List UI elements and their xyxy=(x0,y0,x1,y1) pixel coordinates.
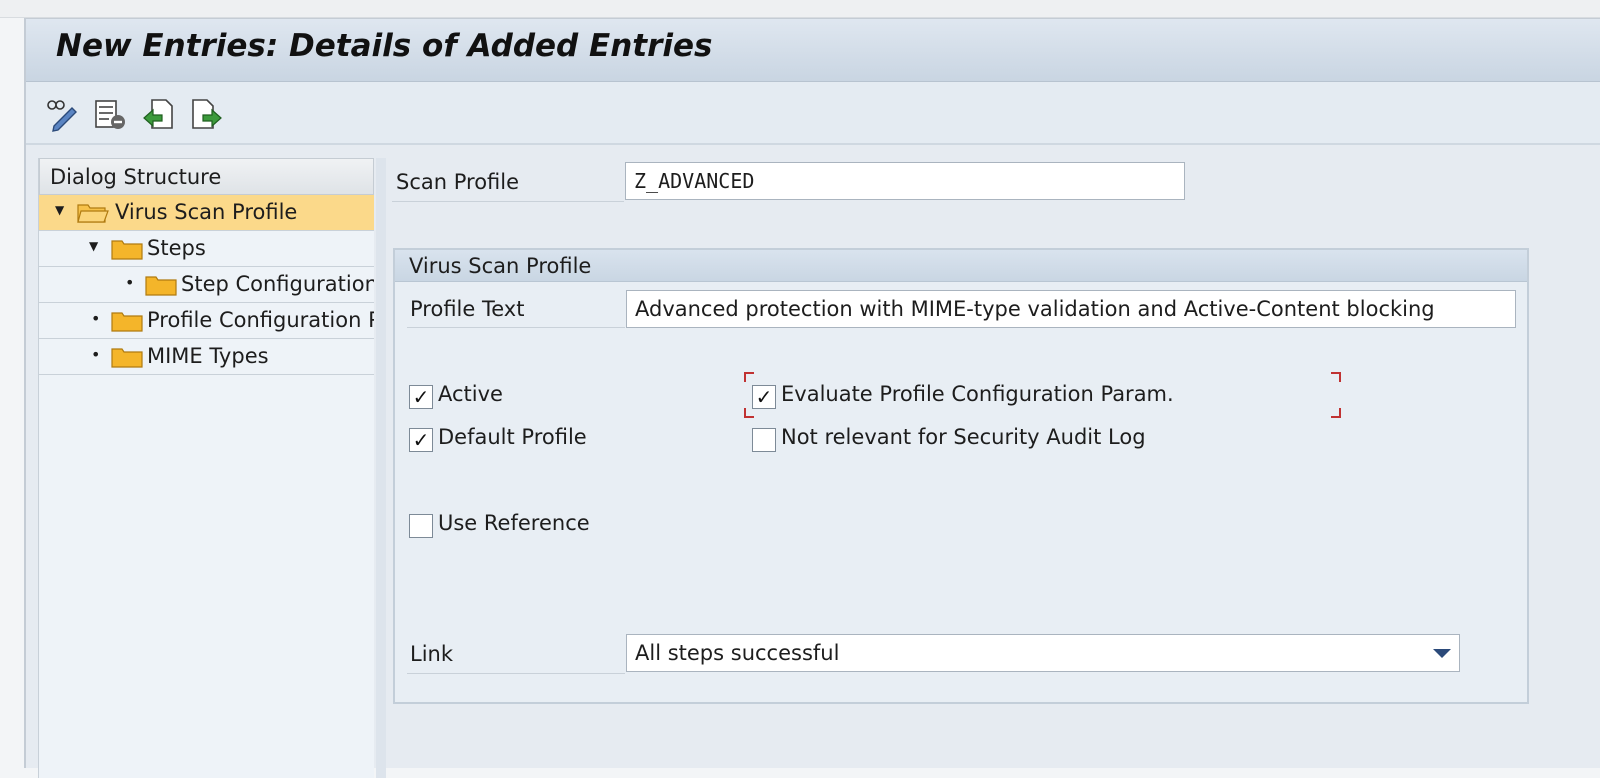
display-change-icon[interactable] xyxy=(44,96,80,132)
virus-scan-profile-group: Virus Scan Profile Profile Text Advanced… xyxy=(393,248,1529,704)
focus-corner-tl xyxy=(744,372,754,382)
link-label: Link xyxy=(410,642,454,666)
application-toolbar xyxy=(26,82,1600,145)
label-underline xyxy=(407,673,625,674)
tree-item-virus-scan-profile[interactable]: ▼ Virus Scan Profile xyxy=(39,195,374,231)
bullet-icon: • xyxy=(91,345,101,364)
page-title: New Entries: Details of Added Entries xyxy=(56,28,713,64)
active-label: Active xyxy=(438,382,503,406)
tree-item-label: Virus Scan Profile xyxy=(115,200,298,224)
folder-icon xyxy=(145,276,177,296)
tree-item-label: Profile Configuration Parameters xyxy=(147,308,374,332)
scan-profile-label: Scan Profile xyxy=(396,170,520,194)
folder-icon xyxy=(111,312,143,332)
use-reference-checkbox[interactable] xyxy=(409,514,433,538)
folder-icon xyxy=(111,240,143,260)
dialog-structure-pane: Dialog Structure ▼ Virus Scan Profile ▼ … xyxy=(38,158,374,778)
link-dropdown-value: All steps successful xyxy=(635,641,840,665)
not-relevant-audit-checkbox[interactable] xyxy=(752,428,776,452)
evaluate-param-label: Evaluate Profile Configuration Param. xyxy=(781,382,1174,406)
top-strip xyxy=(0,0,1600,18)
tree-item-steps[interactable]: ▼ Steps xyxy=(39,231,374,267)
tree-item-label: MIME Types xyxy=(147,344,269,368)
profile-text-label: Profile Text xyxy=(410,297,525,321)
group-title: Virus Scan Profile xyxy=(395,250,1527,282)
folder-icon xyxy=(111,348,143,368)
evaluate-param-checkbox[interactable]: ✓ xyxy=(752,385,776,409)
use-reference-label: Use Reference xyxy=(438,511,590,535)
title-bar: New Entries: Details of Added Entries xyxy=(26,19,1600,82)
dialog-structure-header: Dialog Structure xyxy=(39,158,374,195)
tree-item-label: Step Configuration xyxy=(181,272,374,296)
open-folder-icon xyxy=(77,204,109,223)
sap-window: New Entries: Details of Added Entries Di… xyxy=(24,18,1600,778)
previous-entry-icon[interactable] xyxy=(140,96,176,132)
delete-row-icon[interactable] xyxy=(92,96,128,132)
default-profile-label: Default Profile xyxy=(438,425,587,449)
expand-triangle-icon[interactable]: ▼ xyxy=(55,203,64,217)
tree-item-mime-types[interactable]: • MIME Types xyxy=(39,339,374,375)
expand-triangle-icon[interactable]: ▼ xyxy=(89,239,98,253)
profile-text-input[interactable]: Advanced protection with MIME-type valid… xyxy=(626,290,1516,328)
focus-corner-bl xyxy=(744,408,754,418)
focus-corner-br xyxy=(1331,408,1341,418)
active-checkbox[interactable]: ✓ xyxy=(409,385,433,409)
pane-splitter[interactable] xyxy=(376,158,386,778)
bullet-icon: • xyxy=(91,309,101,328)
bullet-icon: • xyxy=(125,273,135,292)
not-relevant-audit-label: Not relevant for Security Audit Log xyxy=(781,425,1146,449)
next-entry-icon[interactable] xyxy=(188,96,224,132)
tree-item-profile-configuration[interactable]: • Profile Configuration Parameters xyxy=(39,303,374,339)
chevron-down-icon[interactable] xyxy=(1433,649,1451,658)
scan-profile-input[interactable]: Z_ADVANCED xyxy=(625,162,1185,200)
tree-item-step-configuration[interactable]: • Step Configuration xyxy=(39,267,374,303)
label-underline xyxy=(392,201,624,202)
link-dropdown[interactable]: All steps successful xyxy=(626,634,1460,672)
tree-item-label: Steps xyxy=(147,236,206,260)
focus-corner-tr xyxy=(1331,372,1341,382)
default-profile-checkbox[interactable]: ✓ xyxy=(409,428,433,452)
label-underline xyxy=(407,327,625,328)
